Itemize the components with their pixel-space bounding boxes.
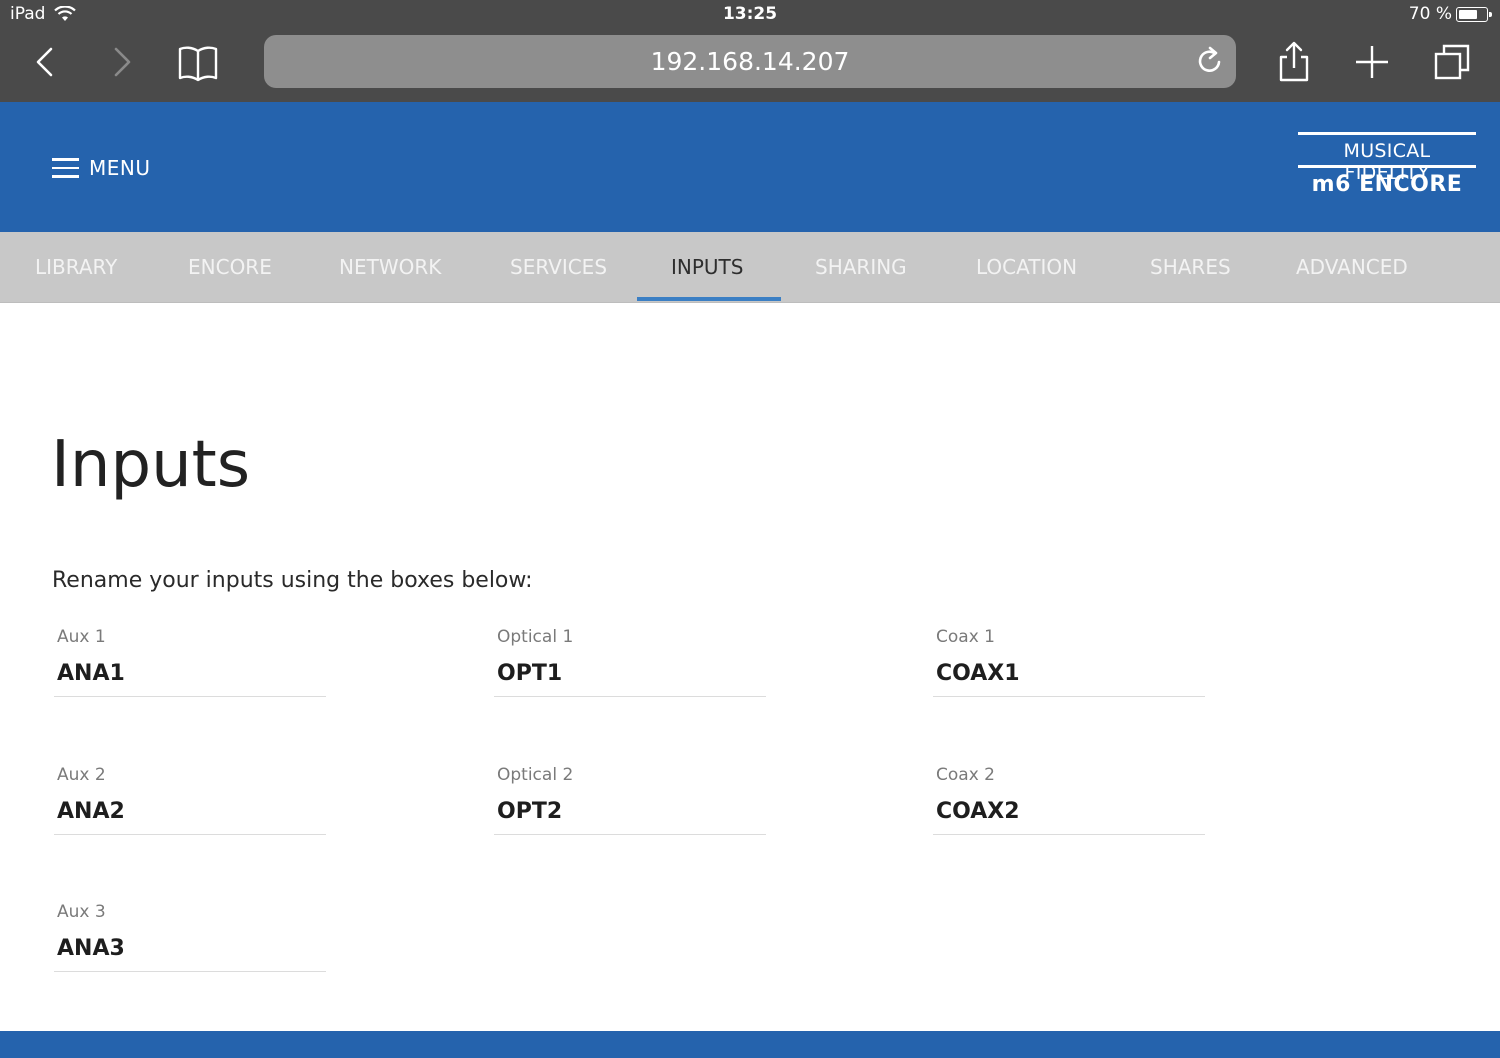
hamburger-icon <box>52 158 79 178</box>
coax-1-name-input[interactable] <box>933 651 1205 697</box>
input-field-optical-2: Optical 2 <box>494 765 766 835</box>
field-label: Optical 2 <box>497 765 574 785</box>
optical-1-name-input[interactable] <box>494 651 766 697</box>
browser-chrome: iPad 13:25 70 % 192.168.14.207 <box>0 0 1500 102</box>
url-text: 192.168.14.207 <box>650 47 850 76</box>
field-label: Aux 1 <box>57 627 106 647</box>
menu-button[interactable]: MENU <box>52 152 151 184</box>
battery-percentage: 70 % <box>1408 4 1452 24</box>
menu-label: MENU <box>89 156 151 180</box>
tab-network[interactable]: NETWORK <box>339 232 441 303</box>
aux-1-name-input[interactable] <box>54 651 326 697</box>
status-time: 13:25 <box>722 4 778 24</box>
input-field-optical-1: Optical 1 <box>494 627 766 697</box>
battery-level <box>1458 9 1477 19</box>
coax-2-name-input[interactable] <box>933 789 1205 835</box>
tab-sharing[interactable]: SHARING <box>815 232 907 303</box>
forward-icon[interactable] <box>100 40 144 84</box>
new-tab-icon[interactable] <box>1350 40 1394 84</box>
field-label: Coax 2 <box>936 765 995 785</box>
aux-2-name-input[interactable] <box>54 789 326 835</box>
logo-model-name: m6 ENCORE <box>1311 172 1463 197</box>
share-icon[interactable] <box>1272 40 1316 84</box>
field-label: Coax 1 <box>936 627 995 647</box>
tab-encore[interactable]: ENCORE <box>188 232 272 303</box>
address-bar[interactable]: 192.168.14.207 <box>264 35 1236 88</box>
active-tab-indicator <box>637 297 781 301</box>
page-title: Inputs <box>51 428 251 502</box>
field-label: Aux 3 <box>57 902 106 922</box>
page-subtitle: Rename your inputs using the boxes below… <box>52 568 533 593</box>
tab-inputs[interactable]: INPUTS <box>671 232 743 303</box>
tabs-icon[interactable] <box>1430 40 1474 84</box>
tab-shares[interactable]: SHARES <box>1150 232 1231 303</box>
bookmarks-icon[interactable] <box>176 40 220 84</box>
input-field-coax-1: Coax 1 <box>933 627 1205 697</box>
battery-icon <box>1456 7 1492 22</box>
aux-3-name-input[interactable] <box>54 926 326 972</box>
tab-advanced[interactable]: ADVANCED <box>1296 232 1408 303</box>
brand-logo: MUSICAL FIDELITY m6 ENCORE <box>1298 132 1478 202</box>
footer-bar <box>0 1031 1500 1058</box>
site-header: MENU MUSICAL FIDELITY m6 ENCORE <box>0 102 1500 232</box>
input-field-aux-3: Aux 3 <box>54 902 326 972</box>
input-field-aux-2: Aux 2 <box>54 765 326 835</box>
input-field-aux-1: Aux 1 <box>54 627 326 697</box>
input-field-coax-2: Coax 2 <box>933 765 1205 835</box>
reload-icon[interactable] <box>1194 45 1226 77</box>
field-label: Optical 1 <box>497 627 574 647</box>
tab-location[interactable]: LOCATION <box>976 232 1077 303</box>
field-label: Aux 2 <box>57 765 106 785</box>
optical-2-name-input[interactable] <box>494 789 766 835</box>
back-icon[interactable] <box>22 40 66 84</box>
tab-library[interactable]: LIBRARY <box>35 232 117 303</box>
nav-tabs: LIBRARY ENCORE NETWORK SERVICES INPUTS S… <box>0 232 1500 303</box>
tab-services[interactable]: SERVICES <box>510 232 607 303</box>
